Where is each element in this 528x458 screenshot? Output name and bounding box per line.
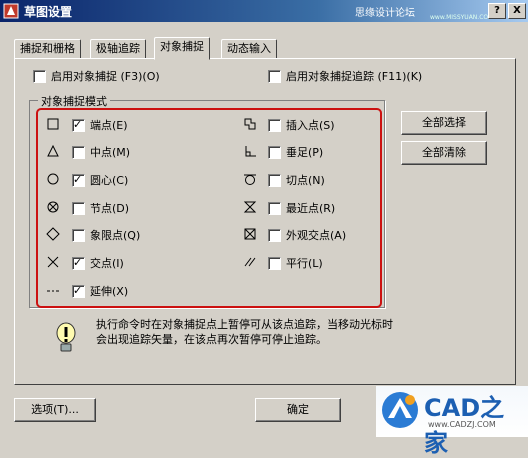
snap-apparent-intersection-label: 外观交点(A) bbox=[286, 229, 347, 242]
apparent-intersection-icon bbox=[244, 228, 256, 240]
tab-snap-grid[interactable]: 捕捉和栅格 bbox=[14, 39, 81, 59]
watermark-text: 思缘设计论坛 bbox=[355, 8, 415, 19]
cross-icon bbox=[47, 256, 59, 268]
tab-dynamic-input[interactable]: 动态输入 bbox=[221, 39, 277, 59]
diamond-icon bbox=[46, 227, 60, 241]
snap-parallel-option[interactable]: 平行(L) bbox=[268, 255, 323, 271]
snap-center-label: 圆心(C) bbox=[90, 174, 129, 187]
ok-button[interactable]: 确定 bbox=[255, 398, 341, 422]
square-icon bbox=[47, 118, 59, 130]
snap-extension-option[interactable]: 延伸(X) bbox=[72, 283, 128, 299]
cad-watermark-badge: CAD之家 www.CADZJ.COM bbox=[376, 386, 528, 457]
cad-logo-icon bbox=[382, 392, 418, 428]
snap-modes-group-title: 对象捕捉模式 bbox=[38, 93, 110, 109]
osnap-on-checkbox[interactable] bbox=[33, 69, 46, 83]
options-button[interactable]: 选项(T)... bbox=[14, 398, 96, 422]
snap-extension-label: 延伸(X) bbox=[90, 285, 129, 298]
app-icon bbox=[3, 3, 19, 19]
otrack-on-label: 启用对象捕捉追踪 (F11)(K) bbox=[286, 70, 423, 83]
tab-object-snap[interactable]: 对象捕捉 bbox=[154, 37, 210, 60]
snap-apparent-intersection-option[interactable]: 外观交点(A) bbox=[268, 227, 346, 243]
osnap-on-option[interactable]: 启用对象捕捉 (F3)(O) bbox=[33, 68, 160, 84]
snap-tangent-label: 切点(N) bbox=[286, 174, 325, 187]
tangent-icon bbox=[244, 174, 256, 185]
select-all-button[interactable]: 全部选择 bbox=[401, 111, 487, 135]
triangle-icon bbox=[47, 144, 59, 157]
help-button[interactable]: ? bbox=[488, 3, 506, 19]
snap-extension-checkbox[interactable] bbox=[72, 284, 85, 298]
snap-parallel-label: 平行(L) bbox=[286, 257, 323, 270]
osnap-on-label: 启用对象捕捉 (F3)(O) bbox=[51, 70, 160, 83]
otrack-on-option[interactable]: 启用对象捕捉追踪 (F11)(K) bbox=[268, 68, 422, 84]
snap-quadrant-option[interactable]: 象限点(Q) bbox=[72, 227, 140, 243]
snap-perpendicular-option[interactable]: 垂足(P) bbox=[268, 144, 323, 160]
watermark-url: www.MISSYUAN.COM bbox=[430, 14, 494, 21]
hint-line-2: 会出现追踪矢量，在该点再次暂停可停止追踪。 bbox=[96, 333, 327, 346]
snap-midpoint-label: 中点(M) bbox=[90, 146, 131, 159]
close-button[interactable]: X bbox=[508, 3, 526, 19]
snap-node-label: 节点(D) bbox=[90, 202, 130, 215]
tab-polar-tracking[interactable]: 极轴追踪 bbox=[90, 39, 146, 59]
snap-endpoint-label: 端点(E) bbox=[90, 119, 128, 132]
clear-all-button[interactable]: 全部清除 bbox=[401, 141, 487, 165]
snap-intersection-checkbox[interactable] bbox=[72, 256, 85, 270]
snap-intersection-label: 交点(I) bbox=[90, 257, 124, 270]
title-bar[interactable]: 草图设置 思缘设计论坛 www.MISSYUAN.COM ? X bbox=[0, 0, 528, 22]
snap-intersection-option[interactable]: 交点(I) bbox=[72, 255, 124, 271]
hint-text: 执行命令时在对象捕捉点上暂停可从该点追踪，当移动光标时 会出现追踪矢量，在该点再… bbox=[96, 317, 476, 347]
snap-apparent-intersection-checkbox[interactable] bbox=[268, 228, 281, 242]
snap-perpendicular-label: 垂足(P) bbox=[286, 146, 324, 159]
otrack-on-checkbox[interactable] bbox=[268, 69, 281, 83]
snap-node-checkbox[interactable] bbox=[72, 201, 85, 215]
window-title: 草图设置 bbox=[24, 5, 73, 19]
snap-tangent-option[interactable]: 切点(N) bbox=[268, 172, 325, 188]
node-icon bbox=[47, 201, 59, 213]
insert-icon bbox=[244, 118, 256, 130]
snap-insert-checkbox[interactable] bbox=[268, 118, 281, 132]
snap-center-option[interactable]: 圆心(C) bbox=[72, 172, 128, 188]
snap-quadrant-label: 象限点(Q) bbox=[90, 229, 141, 242]
lightbulb-icon bbox=[56, 322, 76, 352]
snap-node-option[interactable]: 节点(D) bbox=[72, 200, 129, 216]
drafting-settings-dialog: 草图设置 思缘设计论坛 www.MISSYUAN.COM ? X 捕捉和栅格 极… bbox=[0, 0, 528, 457]
perpendicular-icon bbox=[245, 146, 256, 157]
snap-perpendicular-checkbox[interactable] bbox=[268, 145, 281, 159]
snap-insert-option[interactable]: 插入点(S) bbox=[268, 117, 335, 133]
snap-midpoint-option[interactable]: 中点(M) bbox=[72, 144, 130, 160]
snap-center-checkbox[interactable] bbox=[72, 173, 85, 187]
nearest-icon bbox=[243, 201, 257, 213]
snap-quadrant-checkbox[interactable] bbox=[72, 228, 85, 242]
snap-insert-label: 插入点(S) bbox=[286, 119, 335, 132]
cad-badge-url: www.CADZJ.COM bbox=[428, 420, 496, 429]
parallel-icon bbox=[244, 257, 256, 267]
snap-midpoint-checkbox[interactable] bbox=[72, 145, 85, 159]
circle-icon bbox=[47, 173, 59, 185]
snap-tangent-checkbox[interactable] bbox=[268, 173, 281, 187]
snap-parallel-checkbox[interactable] bbox=[268, 256, 281, 270]
snap-endpoint-option[interactable]: 端点(E) bbox=[72, 117, 128, 133]
extension-icon bbox=[47, 290, 59, 292]
snap-nearest-label: 最近点(R) bbox=[286, 202, 336, 215]
hint-line-1: 执行命令时在对象捕捉点上暂停可从该点追踪，当移动光标时 bbox=[96, 318, 393, 331]
snap-endpoint-checkbox[interactable] bbox=[72, 118, 85, 132]
snap-nearest-checkbox[interactable] bbox=[268, 201, 281, 215]
snap-nearest-option[interactable]: 最近点(R) bbox=[268, 200, 335, 216]
